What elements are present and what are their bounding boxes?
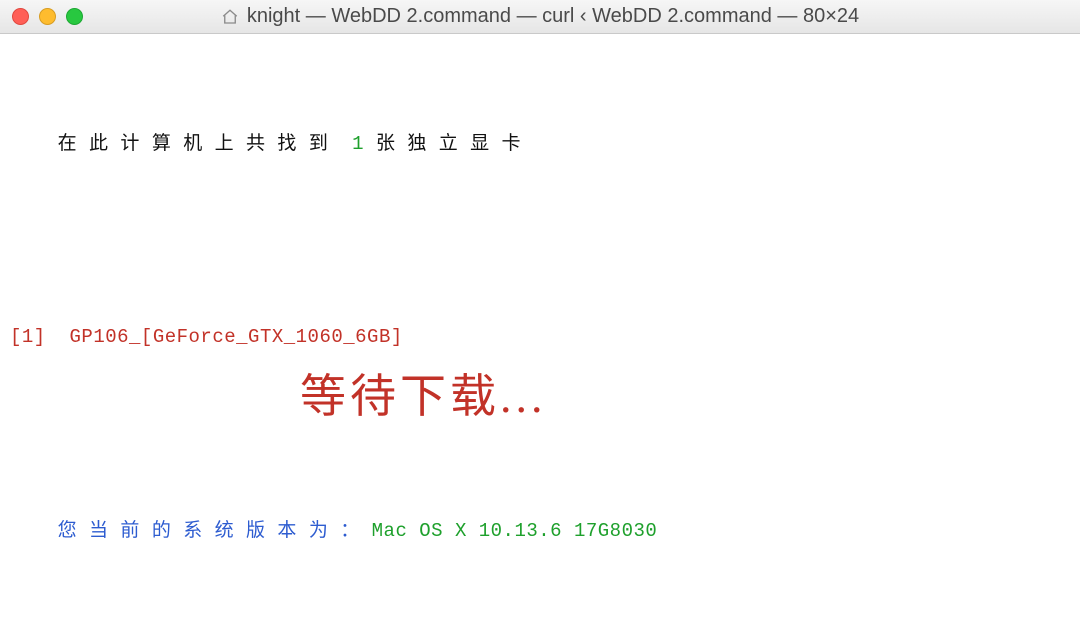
zoom-icon[interactable] (66, 8, 83, 25)
close-icon[interactable] (12, 8, 29, 25)
label: 您 当 前 的 系 统 版 本 为 ： (58, 520, 360, 542)
window-titlebar: knight — WebDD 2.command — curl ‹ WebDD … (0, 0, 1080, 34)
text: 张 独 立 显 卡 (364, 133, 521, 155)
text: 在 此 计 算 机 上 共 找 到 (58, 133, 353, 155)
system-version: Mac OS X 10.13.6 17G8030 (372, 520, 658, 542)
gpu-count: 1 (352, 133, 364, 155)
annotation-wait-download: 等待下载... (300, 360, 547, 426)
terminal-output[interactable]: 在 此 计 算 机 上 共 找 到 1 张 独 立 显 卡 [1] GP106_… (0, 34, 1080, 621)
minimize-icon[interactable] (39, 8, 56, 25)
traffic-lights (12, 8, 83, 25)
home-icon (221, 8, 239, 26)
gpu-count-line: 在 此 计 算 机 上 共 找 到 1 张 独 立 显 卡 (10, 101, 1070, 187)
window-title: knight — WebDD 2.command — curl ‹ WebDD … (247, 5, 859, 28)
system-version-line: 您 当 前 的 系 统 版 本 为 ： Mac OS X 10.13.6 17G… (10, 489, 1070, 575)
gpu-model-line: [1] GP106_[GeForce_GTX_1060_6GB] (10, 323, 1070, 352)
